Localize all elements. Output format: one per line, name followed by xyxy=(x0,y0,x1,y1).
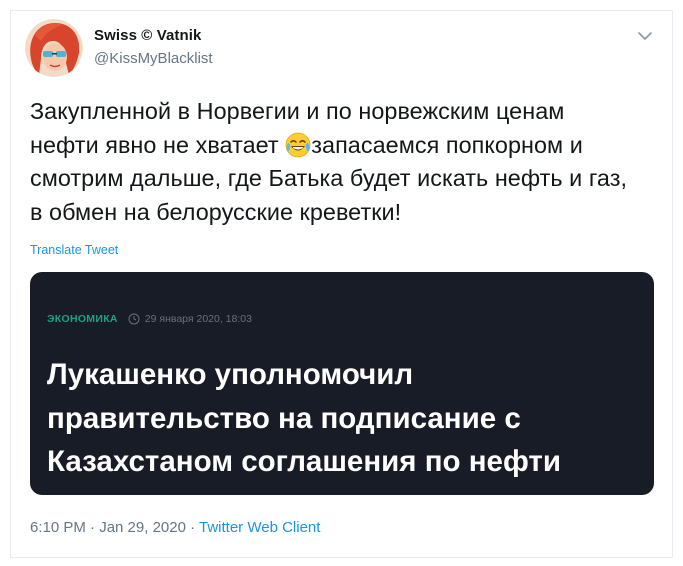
card-headline: Лукашенко уполномочил правительство на п… xyxy=(47,353,647,484)
author-display-name[interactable]: Swiss © Vatnik xyxy=(94,27,202,44)
chevron-down-icon[interactable] xyxy=(637,30,653,42)
avatar-icon xyxy=(25,19,83,77)
tweet-line: в обмен на белорусские креветки! xyxy=(30,198,402,225)
clock-icon xyxy=(128,313,140,325)
tweet-line: смотрим дальше, где Батька будет искать … xyxy=(30,165,628,191)
attached-image-card[interactable]: ЭКОНОМИКА 29 января 2020, 18:03 Лукашенк… xyxy=(30,272,654,495)
tweet-footer: 6:10 PM · Jan 29, 2020 · Twitter Web Cli… xyxy=(30,519,320,536)
translate-tweet-link[interactable]: Translate Tweet xyxy=(30,243,118,257)
card-headline-line: правительство на подписание с xyxy=(47,401,521,435)
author-handle[interactable]: @KissMyBlacklist xyxy=(94,50,213,67)
card-category: ЭКОНОМИКА xyxy=(47,313,118,325)
tweet-line: нефти явно не хватает xyxy=(30,131,286,158)
card-headline-line: Лукашенко уполномочил xyxy=(47,358,414,391)
tweet-text: Закупленной в Норвегии и по норвежским ц… xyxy=(30,95,670,229)
card-headline-line: Казахстаном соглашения по нефти xyxy=(47,445,561,478)
tweet-line: Закупленной в Норвегии и по норвежским ц… xyxy=(30,98,565,124)
tweet-line-with-emoji: нефти явно не хватает запасаемся попкорн… xyxy=(30,129,670,163)
tweet-timestamp[interactable]: 6:10 PM · Jan 29, 2020 · xyxy=(30,519,199,536)
card-date: 29 января 2020, 18:03 xyxy=(144,313,252,325)
client-link[interactable]: Twitter Web Client xyxy=(199,519,320,536)
avatar[interactable] xyxy=(25,19,83,77)
tweet-line: запасаемся попкорном и xyxy=(311,131,583,158)
face-with-tears-of-joy-icon xyxy=(285,132,311,157)
card-meta: ЭКОНОМИКА 29 января 2020, 18:03 xyxy=(47,313,252,325)
